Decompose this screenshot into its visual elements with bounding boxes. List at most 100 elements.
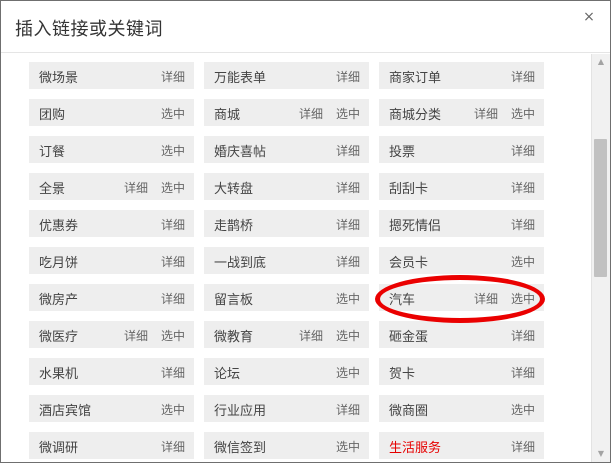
- link-action-button[interactable]: 详细: [511, 327, 535, 344]
- link-item-name: 商家订单: [389, 71, 442, 86]
- link-action-button[interactable]: 详细: [336, 253, 360, 270]
- select-button[interactable]: 选中: [336, 105, 360, 122]
- link-item-name: 论坛: [214, 367, 241, 382]
- scroll-up-arrow-icon[interactable]: ▲: [592, 54, 610, 70]
- link-action-button[interactable]: 详细: [161, 68, 185, 85]
- link-item-name: 团购: [39, 108, 66, 123]
- link-item: 摁死情侣 详细: [379, 210, 544, 237]
- link-action-button[interactable]: 选中: [336, 364, 360, 381]
- link-item-name: 留言板: [214, 293, 254, 308]
- link-item: 微信签到 选中: [204, 432, 369, 459]
- grid-row: 订餐 选中 婚庆喜帖 详细 投票 详细: [29, 136, 554, 173]
- link-item-name: 水果机: [39, 367, 79, 382]
- select-button[interactable]: 选中: [161, 327, 185, 344]
- grid-row: 微房产 详细 留言板 选中 汽车 详细 选中: [29, 284, 554, 321]
- grid-row: 微医疗 详细 选中 微教育 详细 选中 砸金蛋 详细: [29, 321, 554, 358]
- link-action-button[interactable]: 选中: [336, 290, 360, 307]
- scrollbar-thumb[interactable]: [594, 139, 607, 277]
- link-item: 优惠券 详细: [29, 210, 194, 237]
- link-action-button[interactable]: 详细: [161, 253, 185, 270]
- link-item-name: 会员卡: [389, 256, 429, 271]
- link-item: 微商圈 选中: [379, 395, 544, 422]
- link-action-button[interactable]: 详细: [336, 68, 360, 85]
- link-item-name: 微商圈: [389, 404, 429, 419]
- link-action-button[interactable]: 选中: [511, 253, 535, 270]
- link-action-button[interactable]: 详细: [124, 179, 148, 196]
- link-item: 贺卡 详细: [379, 358, 544, 385]
- link-item-name: 商城: [214, 108, 241, 123]
- select-button[interactable]: 选中: [161, 179, 185, 196]
- link-item-name: 商城分类: [389, 108, 442, 123]
- link-action-button[interactable]: 详细: [336, 216, 360, 233]
- link-action-button[interactable]: 详细: [299, 105, 323, 122]
- link-item: 砸金蛋 详细: [379, 321, 544, 348]
- link-item-name: 微调研: [39, 441, 79, 456]
- link-action-button[interactable]: 选中: [161, 142, 185, 159]
- grid-row: 全景 详细 选中 大转盘 详细 刮刮卡 详细: [29, 173, 554, 210]
- link-item-name: 行业应用: [214, 404, 267, 419]
- link-item: 走鹊桥 详细: [204, 210, 369, 237]
- link-action-button[interactable]: 详细: [124, 327, 148, 344]
- grid-row: 吃月饼 详细 一战到底 详细 会员卡 选中: [29, 247, 554, 284]
- select-button[interactable]: 选中: [336, 327, 360, 344]
- link-action-button[interactable]: 详细: [161, 216, 185, 233]
- link-action-button[interactable]: 选中: [336, 438, 360, 455]
- link-action-button[interactable]: 详细: [511, 438, 535, 455]
- link-action-button[interactable]: 详细: [511, 179, 535, 196]
- link-item: 商家订单 详细: [379, 62, 544, 89]
- link-item-name: 贺卡: [389, 367, 416, 382]
- link-action-button[interactable]: 详细: [161, 364, 185, 381]
- link-action-button[interactable]: 选中: [161, 401, 185, 418]
- link-item-name: 婚庆喜帖: [214, 145, 267, 160]
- link-item-name: 全景: [39, 182, 66, 197]
- link-item: 微房产 详细: [29, 284, 194, 311]
- link-action-button[interactable]: 详细: [511, 364, 535, 381]
- dialog-title: 插入链接或关键词: [15, 19, 163, 40]
- link-item-name: 微场景: [39, 71, 79, 86]
- select-button[interactable]: 选中: [511, 105, 535, 122]
- link-item: 汽车 详细 选中: [379, 284, 544, 311]
- grid-row: 团购 选中 商城 详细 选中 商城分类 详细 选中: [29, 99, 554, 136]
- link-action-button[interactable]: 选中: [511, 401, 535, 418]
- link-action-button[interactable]: 详细: [511, 216, 535, 233]
- link-item: 微教育 详细 选中: [204, 321, 369, 348]
- link-grid: 微场景 详细 万能表单 详细 商家订单 详细 团购 选中 商城 详细 选中 商城分类 详细 选中 订餐 选中婚…: [29, 62, 554, 462]
- link-action-button[interactable]: 详细: [474, 290, 498, 307]
- scroll-down-arrow-icon[interactable]: ▼: [592, 446, 610, 462]
- grid-row: 酒店宾馆 选中 行业应用 详细 微商圈 选中: [29, 395, 554, 432]
- link-action-button[interactable]: 详细: [474, 105, 498, 122]
- link-item: 婚庆喜帖 详细: [204, 136, 369, 163]
- link-item: 投票 详细: [379, 136, 544, 163]
- link-item: 刮刮卡 详细: [379, 173, 544, 200]
- link-item-name: 订餐: [39, 145, 66, 160]
- close-icon[interactable]: ×: [582, 10, 596, 24]
- link-action-button[interactable]: 详细: [336, 179, 360, 196]
- link-item: 水果机 详细: [29, 358, 194, 385]
- link-action-button[interactable]: 详细: [511, 68, 535, 85]
- link-action-button[interactable]: 详细: [511, 142, 535, 159]
- link-action-button[interactable]: 详细: [161, 438, 185, 455]
- select-button[interactable]: 选中: [511, 290, 535, 307]
- link-item-name: 微教育: [214, 330, 254, 345]
- vertical-scrollbar[interactable]: ▲ ▼: [591, 54, 610, 462]
- link-item: 会员卡 选中: [379, 247, 544, 274]
- link-item: 吃月饼 详细: [29, 247, 194, 274]
- link-action-button[interactable]: 详细: [336, 401, 360, 418]
- link-item: 商城分类 详细 选中: [379, 99, 544, 126]
- link-action-button[interactable]: 详细: [299, 327, 323, 344]
- link-action-button[interactable]: 详细: [336, 142, 360, 159]
- link-item: 微场景 详细: [29, 62, 194, 89]
- link-item: 留言板 选中: [204, 284, 369, 311]
- link-action-button[interactable]: 详细: [161, 290, 185, 307]
- dialog-header: 插入链接或关键词 ×: [1, 1, 610, 53]
- link-item: 商城 详细 选中: [204, 99, 369, 126]
- link-action-button[interactable]: 选中: [161, 105, 185, 122]
- link-item-name: 砸金蛋: [389, 330, 429, 345]
- link-item-name: 微房产: [39, 293, 79, 308]
- grid-row: 微场景 详细 万能表单 详细 商家订单 详细: [29, 62, 554, 99]
- link-item: 微调研 详细: [29, 432, 194, 459]
- link-item: 团购 选中: [29, 99, 194, 126]
- link-item: 万能表单 详细: [204, 62, 369, 89]
- link-item-name: 微医疗: [39, 330, 79, 345]
- link-item: 酒店宾馆 选中: [29, 395, 194, 422]
